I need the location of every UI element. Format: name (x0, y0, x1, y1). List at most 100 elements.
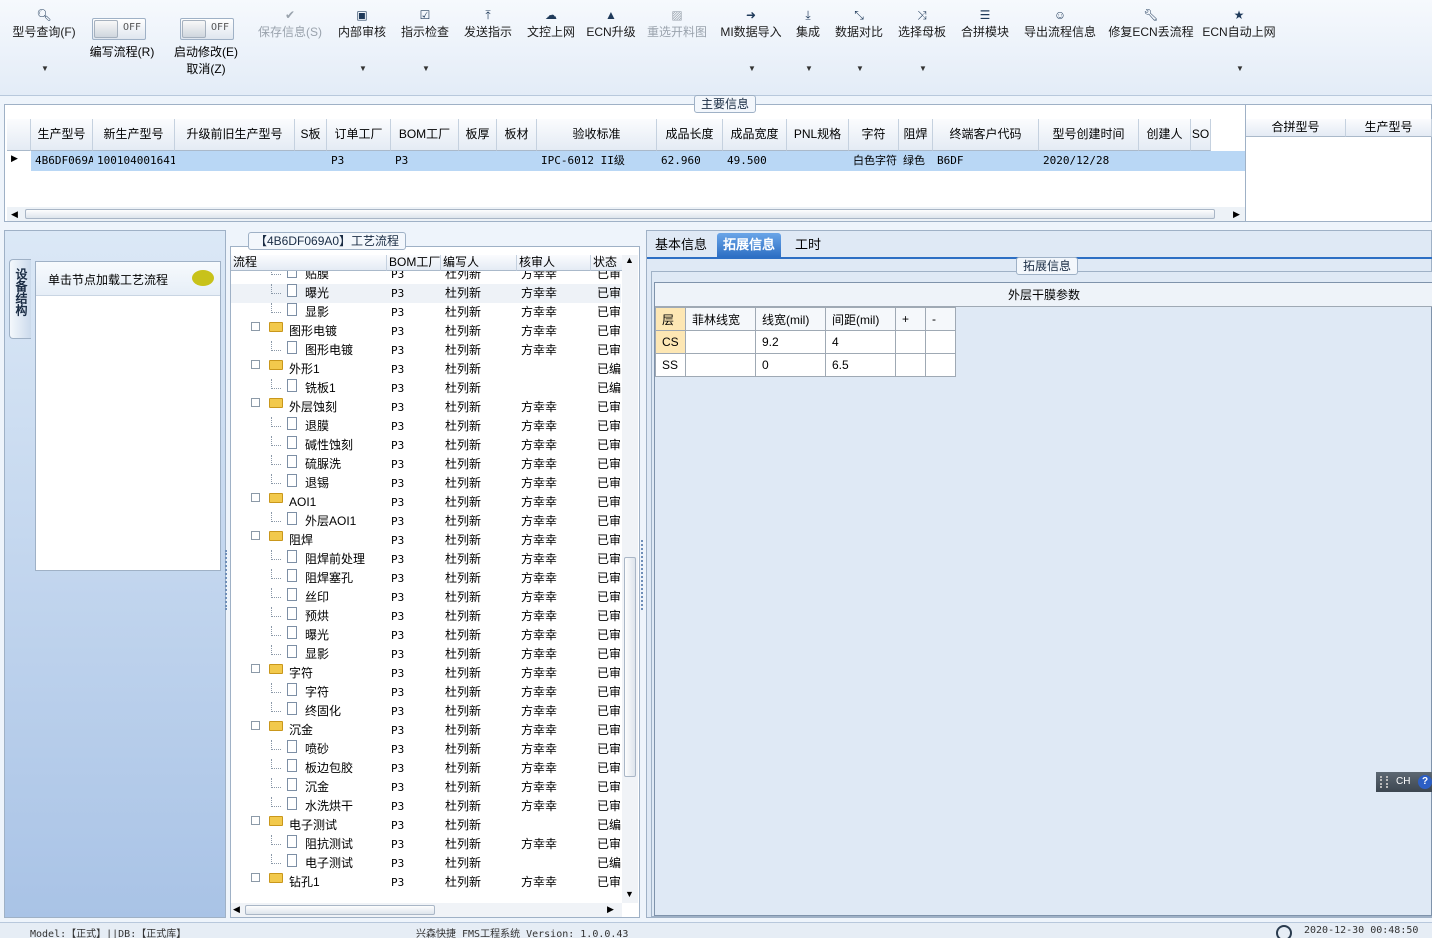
collapse-icon[interactable]: − (251, 531, 260, 540)
tree-row[interactable]: 外层AOI1 P3 杜列新 方幸幸 已审 (231, 512, 621, 531)
column-header[interactable]: 型号创建时间 (1039, 119, 1139, 151)
tree-row[interactable]: 显影 P3 杜列新 方幸幸 已审 (231, 303, 621, 322)
scroll-left-icon[interactable]: ◀ (11, 207, 18, 221)
column-header[interactable]: 新生产型号 (93, 119, 175, 151)
collapse-icon[interactable]: − (251, 360, 260, 369)
tree-row[interactable]: − 沉金 P3 杜列新 方幸幸 已审 (231, 721, 621, 740)
collapse-icon[interactable]: − (251, 873, 260, 882)
tree-row[interactable]: 碱性蚀刻 P3 杜列新 方幸幸 已审 (231, 436, 621, 455)
tree-row[interactable]: 喷砂 P3 杜列新 方幸幸 已审 (231, 740, 621, 759)
tree-row[interactable]: 退锡 P3 杜列新 方幸幸 已审 (231, 474, 621, 493)
toolbar-button-14[interactable]: 🔧︎ 修复ECN丢流程 (1101, 8, 1201, 40)
dryfilm-column-header[interactable]: - (925, 307, 956, 331)
tree-hscroll-thumb[interactable] (245, 905, 435, 915)
collapse-icon[interactable]: − (251, 322, 260, 331)
tree-column-header[interactable]: 核审人 (517, 255, 591, 271)
toolbar-button-15[interactable]: ★ ECN自动上网 (1189, 8, 1289, 40)
collapse-icon[interactable]: − (251, 398, 260, 407)
toggle-switch[interactable]: OFF (180, 18, 234, 40)
tree-row[interactable]: − AOI1 P3 杜列新 方幸幸 已审 (231, 493, 621, 512)
dryfilm-column-header[interactable]: + (895, 307, 926, 331)
dryfilm-cell[interactable]: 9.2 (755, 330, 826, 354)
dropdown-arrow-icon[interactable]: ▼ (359, 64, 367, 73)
column-header[interactable]: 字符 (849, 119, 899, 151)
dryfilm-cell[interactable] (895, 330, 926, 354)
table-cell[interactable]: 4B6DF069A0 (31, 151, 93, 171)
help-icon[interactable]: ? (1418, 775, 1432, 789)
tab-work-hours[interactable]: 工时 (789, 233, 827, 257)
tree-row[interactable]: 电子测试 P3 杜列新 已编 (231, 854, 621, 873)
collapse-icon[interactable]: − (251, 493, 260, 502)
scroll-down-icon[interactable]: ▼ (625, 889, 634, 899)
column-header[interactable]: 阻焊 (899, 119, 933, 151)
tree-row[interactable]: 沉金 P3 杜列新 方幸幸 已审 (231, 778, 621, 797)
tree-column-header[interactable]: 编写人 (441, 255, 517, 271)
toolbar-button-13[interactable]: ☺ 导出流程信息 (1010, 8, 1110, 40)
dryfilm-cell[interactable]: 0 (755, 353, 826, 377)
tree-column-header[interactable]: 流程 (231, 255, 387, 271)
column-header[interactable]: 成品宽度 (723, 119, 787, 151)
column-header[interactable]: 升级前旧生产型号 (175, 119, 295, 151)
table-cell[interactable]: 10010400164147 (93, 151, 175, 171)
tree-row[interactable]: − 阻焊 P3 杜列新 方幸幸 已审 (231, 531, 621, 550)
main-grid-scrollbar[interactable]: ◀ ▶ (7, 207, 1245, 221)
table-cell[interactable]: 白色字符 (849, 151, 899, 171)
dryfilm-cell[interactable] (685, 330, 756, 354)
dropdown-arrow-icon[interactable]: ▼ (805, 64, 813, 73)
tree-row[interactable]: − 字符 P3 杜列新 方幸幸 已审 (231, 664, 621, 683)
table-cell[interactable]: 2020/12/28 (1039, 151, 1139, 171)
dryfilm-cell[interactable] (685, 353, 756, 377)
toggle-switch[interactable]: OFF (92, 18, 146, 40)
column-header[interactable]: 板材 (497, 119, 537, 151)
tree-row[interactable]: 预烘 P3 杜列新 方幸幸 已审 (231, 607, 621, 626)
tree-row[interactable]: 阻焊前处理 P3 杜列新 方幸幸 已审 (231, 550, 621, 569)
dropdown-arrow-icon[interactable]: ▼ (1236, 64, 1244, 73)
tree-row[interactable]: 曝光 P3 杜列新 方幸幸 已审 (231, 626, 621, 645)
tree-row[interactable]: 硫脲洗 P3 杜列新 方幸幸 已审 (231, 455, 621, 474)
column-header[interactable]: 订单工厂 (327, 119, 391, 151)
dropdown-arrow-icon[interactable]: ▼ (41, 64, 49, 73)
table-cell[interactable]: IPC-6012 II级 (537, 151, 657, 171)
tree-row[interactable]: 丝印 P3 杜列新 方幸幸 已审 (231, 588, 621, 607)
dryfilm-row[interactable]: CS 9.2 4 (655, 330, 956, 354)
tree-row[interactable]: 贴膜 P3 杜列新 方幸幸 已审 (231, 271, 621, 284)
column-header[interactable]: SO (1191, 119, 1211, 151)
splitter-handle[interactable] (641, 540, 644, 610)
tree-row[interactable]: 板边包胶 P3 杜列新 方幸幸 已审 (231, 759, 621, 778)
tree-row[interactable]: 字符 P3 杜列新 方幸幸 已审 (231, 683, 621, 702)
dryfilm-cell[interactable] (925, 353, 956, 377)
column-header[interactable]: BOM工厂 (391, 119, 459, 151)
scroll-left-icon[interactable]: ◀ (233, 904, 240, 915)
table-cell[interactable]: 62.960 (657, 151, 723, 171)
tree-vertical-scrollbar[interactable]: ▲ ▼ (622, 255, 638, 903)
ime-indicator[interactable]: CH ? (1376, 772, 1432, 792)
tree-row[interactable]: 阻焊塞孔 P3 杜列新 方幸幸 已审 (231, 569, 621, 588)
column-header[interactable]: 板厚 (459, 119, 497, 151)
column-header[interactable]: PNL规格 (787, 119, 849, 151)
tree-row[interactable]: 铣板1 P3 杜列新 已编 (231, 379, 621, 398)
tree-horizontal-scrollbar[interactable]: ◀ ▶ (231, 903, 622, 917)
table-cell[interactable]: 绿色 (899, 151, 933, 171)
tree-row[interactable]: 曝光 P3 杜列新 方幸幸 已审 (231, 284, 621, 303)
toggle-sublabel[interactable]: 取消(Z) (186, 62, 225, 76)
column-header[interactable]: 验收标准 (537, 119, 657, 151)
tree-row[interactable]: 阻抗测试 P3 杜列新 方幸幸 已审 (231, 835, 621, 854)
tree-row[interactable]: 退膜 P3 杜列新 方幸幸 已审 (231, 417, 621, 436)
toolbar-button-0[interactable]: 🔍︎ 型号查询(F) (0, 8, 94, 40)
dryfilm-cell[interactable]: 6.5 (825, 353, 896, 377)
table-cell[interactable]: 49.500 (723, 151, 787, 171)
dryfilm-cell[interactable]: 4 (825, 330, 896, 354)
dropdown-arrow-icon[interactable]: ▼ (422, 64, 430, 73)
dropdown-arrow-icon[interactable]: ▼ (856, 64, 864, 73)
collapse-icon[interactable]: − (251, 664, 260, 673)
dryfilm-cell[interactable]: CS (655, 330, 686, 354)
tree-row[interactable]: 终固化 P3 杜列新 方幸幸 已审 (231, 702, 621, 721)
tree-row[interactable]: 图形电镀 P3 杜列新 方幸幸 已审 (231, 341, 621, 360)
grid-corner[interactable] (7, 119, 31, 151)
tree-column-header[interactable]: BOM工厂 (387, 255, 441, 271)
scroll-right-icon[interactable]: ▶ (607, 904, 614, 915)
tree-row[interactable]: − 外形1 P3 杜列新 已编 (231, 360, 621, 379)
dryfilm-cell[interactable] (925, 330, 956, 354)
table-cell[interactable]: P3 (391, 151, 459, 171)
tree-row[interactable]: − 钻孔1 P3 杜列新 方幸幸 已审 (231, 873, 621, 892)
